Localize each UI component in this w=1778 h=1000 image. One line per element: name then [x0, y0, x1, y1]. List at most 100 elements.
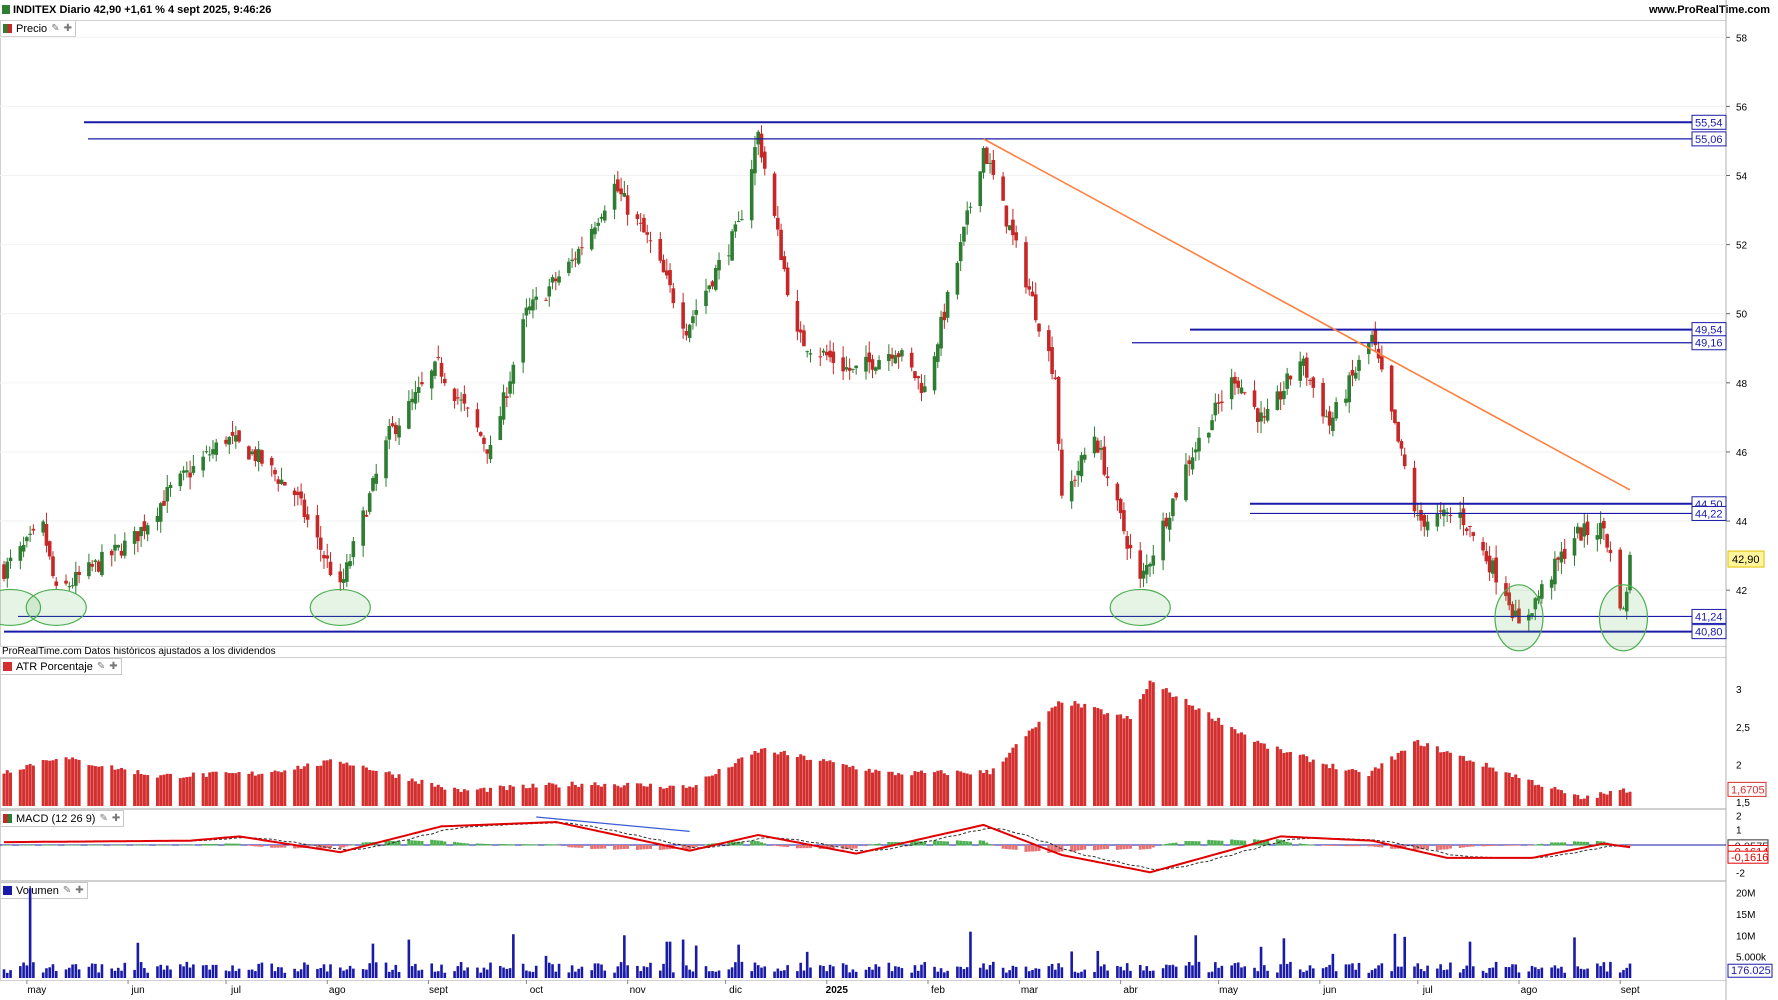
atr-bar	[642, 786, 646, 806]
atr-bar	[622, 785, 626, 806]
atr-bar	[991, 768, 995, 806]
candle	[390, 415, 395, 428]
macd-histogram-bar	[479, 843, 483, 846]
price-chart-canvas[interactable]: 58565452504846444255,5455,0649,5449,1644…	[0, 0, 1778, 1000]
volume-bar	[224, 970, 228, 978]
candle-body	[616, 179, 620, 192]
volume-bar	[1106, 970, 1109, 978]
macd-histogram-bar	[936, 840, 940, 846]
atr-bar	[955, 770, 959, 806]
macd-histogram-bar	[955, 840, 959, 846]
candle	[1011, 208, 1015, 246]
candle-body	[1073, 479, 1077, 481]
candle-body	[1321, 382, 1325, 417]
candle-body	[214, 442, 219, 455]
volume-bar	[1527, 971, 1531, 978]
candle	[1207, 432, 1211, 444]
candle	[1380, 345, 1384, 373]
candle-body	[1207, 432, 1211, 438]
atr-bar	[871, 772, 875, 806]
atr-bar	[923, 773, 927, 806]
macd-histogram-bar	[485, 843, 489, 846]
candle	[371, 475, 375, 493]
atr-bar	[968, 774, 972, 806]
candle	[1278, 382, 1283, 411]
candle-body	[1602, 521, 1606, 529]
atr-bar	[1628, 791, 1632, 806]
candle-body	[475, 409, 480, 428]
candle	[828, 340, 832, 363]
candle	[922, 374, 927, 393]
volume-bar	[1517, 972, 1521, 978]
candle	[1138, 542, 1143, 588]
macd-histogram-bar	[1484, 845, 1488, 847]
candle-body	[707, 285, 712, 290]
price-plot	[0, 36, 1726, 652]
time-axis-label: feb	[931, 985, 945, 996]
candle-body	[893, 355, 898, 364]
volume-bar	[1582, 969, 1586, 978]
candle-body	[1037, 323, 1041, 332]
volume-bar	[143, 968, 146, 978]
volume-bar	[1171, 964, 1175, 978]
candle-body	[1213, 402, 1218, 416]
volume-bar	[303, 962, 306, 978]
candle-body	[828, 350, 832, 358]
candle	[776, 205, 780, 237]
candle	[1073, 475, 1077, 488]
volume-bar	[985, 969, 989, 978]
candle-body	[795, 300, 800, 332]
volume-bar	[365, 969, 368, 978]
candle-body	[1242, 392, 1247, 394]
candle-body	[668, 270, 672, 286]
volume-bar	[273, 971, 277, 978]
macd-histogram-bar	[1559, 842, 1563, 846]
volume-bar	[387, 971, 391, 978]
candle	[762, 146, 767, 176]
macd-histogram-bar	[1507, 845, 1511, 846]
macd-histogram-bar	[776, 845, 780, 847]
support-touch-circle	[1109, 588, 1171, 627]
volume-bar	[508, 968, 512, 978]
atr-bar	[577, 786, 581, 806]
candle	[877, 355, 881, 370]
candle	[671, 282, 676, 309]
macd-divergence-line	[536, 816, 690, 832]
candle-body	[429, 370, 434, 389]
atr-bar	[116, 769, 120, 806]
volume-bar	[443, 972, 447, 978]
candle-body	[727, 255, 731, 257]
candle-body	[139, 526, 143, 537]
candle-body	[96, 561, 101, 572]
atr-bar	[668, 785, 672, 806]
candle-body	[1415, 515, 1420, 517]
atr-bar	[1380, 763, 1384, 806]
atr-bar	[351, 765, 355, 806]
candle-body	[1412, 467, 1417, 512]
candle-body	[273, 469, 277, 475]
volume-bar	[1416, 963, 1420, 978]
candle	[936, 342, 940, 369]
volume-bar	[645, 967, 649, 978]
macd-histogram-bar	[28, 844, 32, 846]
volume-bar	[1494, 961, 1498, 978]
candle	[847, 358, 852, 380]
atr-bar	[1164, 688, 1168, 806]
volume-bar	[809, 967, 812, 978]
volume-bar	[325, 971, 329, 978]
candle-body	[279, 479, 284, 485]
macd-histogram-bar	[351, 844, 355, 846]
candle	[459, 392, 463, 412]
volume-bar	[848, 972, 851, 978]
macd-histogram-bar	[1030, 845, 1034, 852]
candle	[25, 535, 29, 548]
macd-histogram-bar	[511, 844, 515, 846]
candle	[1366, 342, 1371, 365]
level-value-label: 49,54	[1695, 325, 1723, 337]
level-value-label: 40,80	[1695, 627, 1723, 639]
chart-window: INDITEX Diario 42,90 +1,61 % 4 sept 2025…	[0, 0, 1778, 1000]
volume-bar	[943, 972, 946, 978]
atr-bar	[90, 765, 94, 806]
candle-body	[1582, 523, 1587, 537]
candle-body	[1308, 379, 1312, 381]
